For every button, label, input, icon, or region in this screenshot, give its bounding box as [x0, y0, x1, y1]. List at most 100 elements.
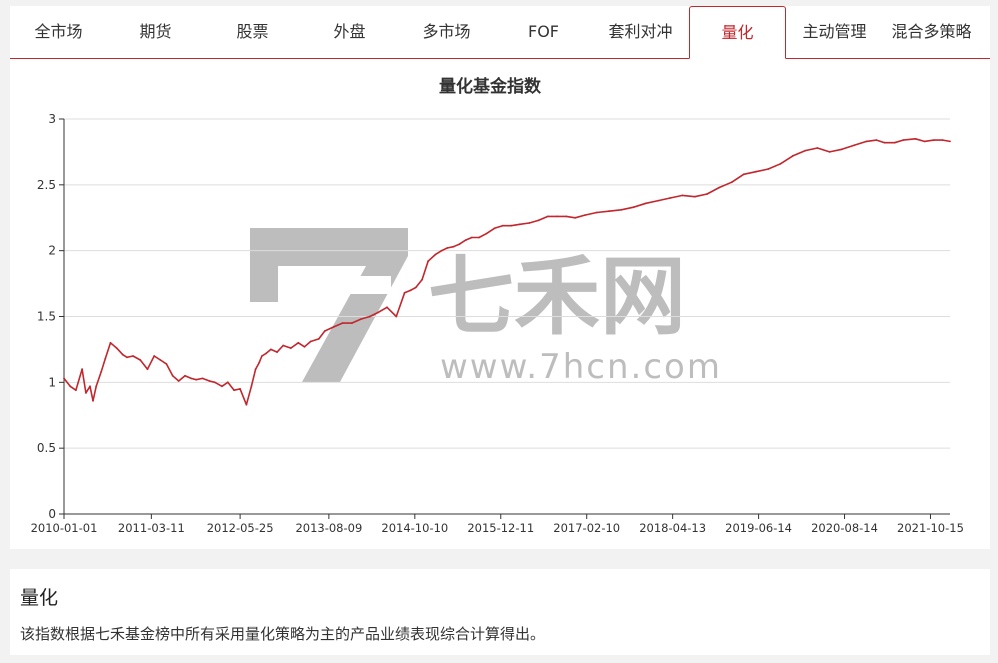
data-point — [153, 355, 156, 357]
data-point — [213, 381, 216, 384]
data-point — [528, 222, 531, 224]
y-tick-label: 0 — [48, 507, 56, 521]
data-point — [537, 219, 540, 222]
data-point — [75, 389, 77, 392]
data-point — [902, 139, 904, 141]
data-point — [89, 385, 91, 388]
data-point — [595, 211, 598, 214]
data-point — [949, 140, 951, 143]
data-point — [109, 341, 112, 344]
data-point — [923, 140, 926, 143]
tab-mixed-strategy[interactable]: 混合多策略 — [883, 6, 980, 58]
data-point — [458, 243, 461, 246]
data-point — [657, 199, 660, 202]
data-point — [239, 388, 242, 390]
x-tick-label: 2021-10-15 — [897, 521, 964, 535]
index-chart-panel: 全市场 期货 股票 外盘 多市场 FOF 套利对冲 量化 主动管理 混合多策略 … — [10, 6, 990, 549]
data-point — [297, 341, 300, 344]
data-point — [470, 236, 473, 239]
data-point — [221, 385, 223, 388]
data-point — [853, 144, 856, 147]
data-point — [254, 368, 257, 371]
data-point — [201, 377, 204, 380]
x-tick-label: 2015-12-11 — [467, 521, 534, 535]
data-point — [115, 347, 118, 349]
watermark-brand: 七禾网 — [428, 247, 686, 347]
x-axis: 2010-01-01 2011-03-11 2012-05-25 2013-08-09… — [31, 513, 964, 535]
data-point — [478, 236, 480, 239]
data-point — [791, 155, 794, 157]
data-point — [289, 347, 292, 349]
data-point — [828, 151, 831, 153]
data-point — [565, 215, 568, 218]
data-point — [464, 239, 467, 242]
data-point — [403, 291, 406, 294]
data-point — [501, 224, 504, 227]
data-point — [303, 345, 306, 348]
y-tick-label: 0.5 — [37, 441, 56, 455]
data-point — [933, 139, 935, 141]
index-description-panel: 量化 该指数根据七禾基金榜中所有采用量化策略为主的产品业绩表现综合计算得出。 — [10, 569, 990, 655]
y-tick-label: 1.5 — [37, 310, 56, 324]
data-point — [332, 326, 335, 328]
data-point — [706, 193, 708, 195]
tab-arbitrage-hedge[interactable]: 套利对冲 — [592, 6, 689, 58]
data-point — [270, 348, 272, 351]
tab-all-market[interactable]: 全市场 — [10, 6, 107, 58]
data-point — [63, 377, 65, 380]
data-point — [608, 210, 610, 213]
tab-multi-market[interactable]: 多市场 — [398, 6, 495, 58]
data-point — [440, 249, 443, 252]
data-point — [159, 359, 162, 361]
x-tick-label: 2018-04-13 — [639, 521, 706, 535]
data-point — [556, 215, 558, 218]
data-point — [645, 202, 647, 205]
data-point — [485, 232, 488, 235]
data-point — [100, 370, 103, 373]
data-point — [914, 137, 917, 140]
tab-fof[interactable]: FOF — [495, 6, 592, 58]
data-point — [208, 380, 211, 382]
x-tick-label: 2012-05-25 — [207, 521, 274, 535]
data-point — [146, 368, 149, 371]
data-point — [195, 378, 198, 381]
data-point — [893, 141, 896, 144]
data-point — [395, 315, 398, 318]
data-point — [190, 377, 193, 380]
data-point — [81, 368, 83, 371]
data-point — [276, 351, 278, 353]
data-point — [681, 194, 684, 197]
data-point — [132, 355, 134, 357]
data-point — [510, 224, 513, 227]
tab-active-management[interactable]: 主动管理 — [786, 6, 883, 58]
data-point — [369, 315, 371, 318]
data-point — [409, 289, 412, 292]
data-point — [941, 139, 944, 141]
tab-futures[interactable]: 期货 — [107, 6, 204, 58]
tab-overseas[interactable]: 外盘 — [301, 6, 398, 58]
data-point — [92, 399, 94, 402]
data-point — [779, 162, 782, 165]
data-point — [841, 148, 843, 151]
y-tick-label: 3 — [48, 112, 56, 126]
data-point — [386, 306, 388, 309]
data-point — [341, 322, 344, 324]
data-point — [620, 208, 623, 211]
data-point — [126, 356, 128, 359]
data-point — [265, 352, 267, 355]
tab-quant[interactable]: 量化 — [689, 6, 786, 59]
x-tick-label: 2010-01-01 — [31, 521, 98, 535]
data-point — [323, 330, 326, 332]
data-point — [427, 260, 429, 263]
data-point — [85, 392, 87, 394]
x-tick-label: 2017-02-10 — [553, 521, 620, 535]
tab-stocks[interactable]: 股票 — [204, 6, 301, 58]
data-point — [755, 170, 757, 173]
data-point — [574, 216, 577, 219]
data-point — [226, 381, 229, 384]
data-point — [883, 141, 886, 144]
data-point — [452, 245, 455, 248]
data-point — [519, 223, 521, 226]
data-point — [493, 227, 496, 230]
data-point — [875, 139, 878, 141]
